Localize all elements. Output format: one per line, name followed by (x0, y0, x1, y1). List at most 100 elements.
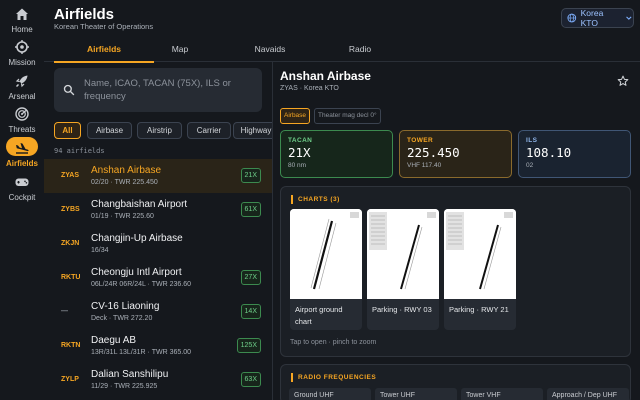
tacan-label: TACAN (288, 137, 313, 144)
icao-code: RKTU (61, 274, 81, 281)
airfield-meta: 11/29 · TWR 225.925 (91, 383, 158, 390)
sidebar-item-label: Home (11, 25, 33, 34)
filter-chip-airbase[interactable]: Airbase (87, 122, 132, 139)
chart-thumbnail (367, 209, 439, 299)
radio-card-ground-uhf[interactable]: Ground UHF (289, 388, 371, 400)
sidebar-item-mission[interactable]: Mission (0, 39, 44, 67)
detail-title: Anshan Airbase (280, 69, 371, 83)
tacan-range: 80 nm (288, 162, 307, 169)
tacan-badge: 14X (240, 304, 261, 319)
list-item[interactable]: ZYLP Dalian Sanshilipu 11/29 · TWR 225.9… (44, 363, 272, 397)
icao-code: — (61, 308, 68, 315)
airfield-meta: Deck · TWR 272.20 (91, 315, 153, 322)
sidebar-item-arsenal[interactable]: Arsenal (0, 73, 44, 101)
radio-header-label: RADIO FREQUENCIES (298, 374, 377, 381)
sidebar-item-label: Arsenal (8, 92, 36, 101)
filter-chip-all[interactable]: All (54, 122, 81, 139)
filter-chip-highway[interactable]: Highway (233, 122, 272, 139)
airfield-name: Changbaishan Airport (91, 199, 188, 210)
radio-card-tower-uhf[interactable]: Tower UHF (375, 388, 457, 400)
charts-header-label: CHARTS (3) (298, 196, 340, 203)
airfield-name: Anshan Airbase (91, 165, 162, 176)
radio-header: RADIO FREQUENCIES (291, 373, 376, 382)
sidebar-item-label: Mission (8, 58, 36, 67)
list-item[interactable]: — CV-16 Liaoning Deck · TWR 272.20 14X (44, 295, 272, 329)
list-item[interactable]: RKTU Cheongju Intl Airport 06L/24R 06R/2… (44, 261, 272, 295)
icao-code: ZYBS (61, 206, 80, 213)
filter-chip-carrier[interactable]: Carrier (187, 122, 231, 139)
tacan-badge: 27X (240, 270, 261, 285)
region-label: Korea KTO (580, 8, 604, 28)
charts-hint: Tap to open · pinch to zoom (290, 339, 377, 346)
accent-bar (291, 195, 293, 204)
rocket-icon (15, 75, 28, 88)
sidebar-item-cockpit[interactable]: Cockpit (0, 174, 44, 202)
airfield-list: ZYAS Anshan Airbase 02/20 · TWR 225.450 … (44, 159, 272, 400)
radio-card-approach-uhf[interactable]: Approach / Dep UHF (547, 388, 629, 400)
chart-card-ground[interactable]: Airport ground chart (290, 209, 362, 330)
tacan-badge: 125X (236, 338, 261, 353)
favorite-star-icon[interactable] (617, 75, 629, 87)
icao-code: ZYAS (61, 172, 80, 179)
chart-thumbnail (444, 209, 516, 299)
icao-code: RKTN (61, 342, 81, 349)
tab-radio[interactable]: Radio (300, 36, 420, 62)
type-tag: Airbase (280, 108, 311, 124)
chart-card-parking-rwy03[interactable]: Parking · RWY 03 (367, 209, 439, 330)
airfield-meta: 01/19 · TWR 225.60 (91, 213, 154, 220)
airfield-name: Changjin-Up Airbase (91, 233, 183, 244)
home-icon (16, 8, 28, 20)
sidebar-item-home[interactable]: Home (0, 6, 44, 34)
list-item[interactable]: ZYAS Anshan Airbase 02/20 · TWR 225.450 … (44, 159, 272, 193)
airfield-name: Daegu AB (91, 335, 137, 346)
airfield-meta: 06L/24R 06R/24L · TWR 236.60 (91, 281, 192, 288)
region-selector-button[interactable]: Korea KTO (561, 8, 634, 28)
tacan-badge: 21X (240, 168, 261, 183)
chart-label: Parking · RWY 21 (449, 305, 509, 314)
airfield-name: Cheongju Intl Airport (91, 267, 182, 278)
chart-card-parking-rwy21[interactable]: Parking · RWY 21 (444, 209, 516, 330)
radio-card-tower-vhf[interactable]: Tower VHF (461, 388, 543, 400)
list-item[interactable]: ZKJN Changjin-Up Airbase 16/34 (44, 227, 272, 261)
chart-label: Airport ground chart (295, 305, 343, 326)
crosshair-icon (15, 40, 29, 54)
tacan-badge: 61X (240, 202, 261, 217)
globe-icon (567, 13, 577, 23)
ils-value: 108.10 (526, 145, 572, 160)
page-subtitle: Korean Theater of Operations (54, 22, 154, 31)
gamepad-icon (15, 178, 29, 186)
filter-chip-airstrip[interactable]: Airstrip (137, 122, 182, 139)
list-item[interactable]: RKTN Daegu AB 13R/31L 13L/31R · TWR 365.… (44, 329, 272, 363)
tower-card: TOWER 225.450 VHF 117.40 (399, 130, 512, 178)
sidebar: Home Mission Arsenal Threats Airfields C… (0, 0, 44, 400)
radar-icon (15, 107, 29, 121)
mag-decl-tag: Theater mag decl 0° (314, 108, 381, 124)
airfield-meta: 02/20 · TWR 225.450 (91, 179, 158, 186)
radio-frequencies-panel: RADIO FREQUENCIES Ground UHF Tower UHF T… (280, 364, 631, 400)
sidebar-item-threats[interactable]: Threats (0, 106, 44, 134)
sidebar-item-label: Airfields (5, 159, 38, 168)
accent-bar (291, 373, 293, 382)
airfield-meta: 16/34 (91, 247, 109, 254)
search-input[interactable]: Name, ICAO, TACAN (75X), ILS or frequenc… (54, 68, 262, 112)
page-title: Airfields (54, 6, 115, 23)
chart-label: Parking · RWY 03 (372, 305, 432, 314)
tab-bar: Airfields Map Navaids Radio (44, 36, 640, 63)
ils-card: ILS 108.10 02 (518, 130, 631, 178)
ils-runway: 02 (526, 162, 534, 169)
list-item[interactable]: ZYBS Changbaishan Airport 01/19 · TWR 22… (44, 193, 272, 227)
tacan-value: 21X (288, 145, 311, 160)
tower-label: TOWER (407, 137, 434, 144)
chevron-down-icon (626, 16, 632, 20)
charts-panel: CHARTS (3) Airport ground chart Parking … (280, 186, 631, 357)
chart-thumbnail (290, 209, 362, 299)
ils-label: ILS (526, 137, 538, 144)
pane-divider (272, 62, 273, 400)
sidebar-item-label: Cockpit (8, 193, 36, 202)
sidebar-item-airfields[interactable]: Airfields (0, 137, 44, 168)
charts-header: CHARTS (3) (291, 195, 340, 204)
plane-landing-icon (16, 143, 29, 154)
search-placeholder: Name, ICAO, TACAN (75X), ILS or frequenc… (84, 78, 231, 102)
tower-value: 225.450 (407, 145, 460, 160)
filter-chips: All Airbase Airstrip Carrier Highway (54, 122, 272, 139)
